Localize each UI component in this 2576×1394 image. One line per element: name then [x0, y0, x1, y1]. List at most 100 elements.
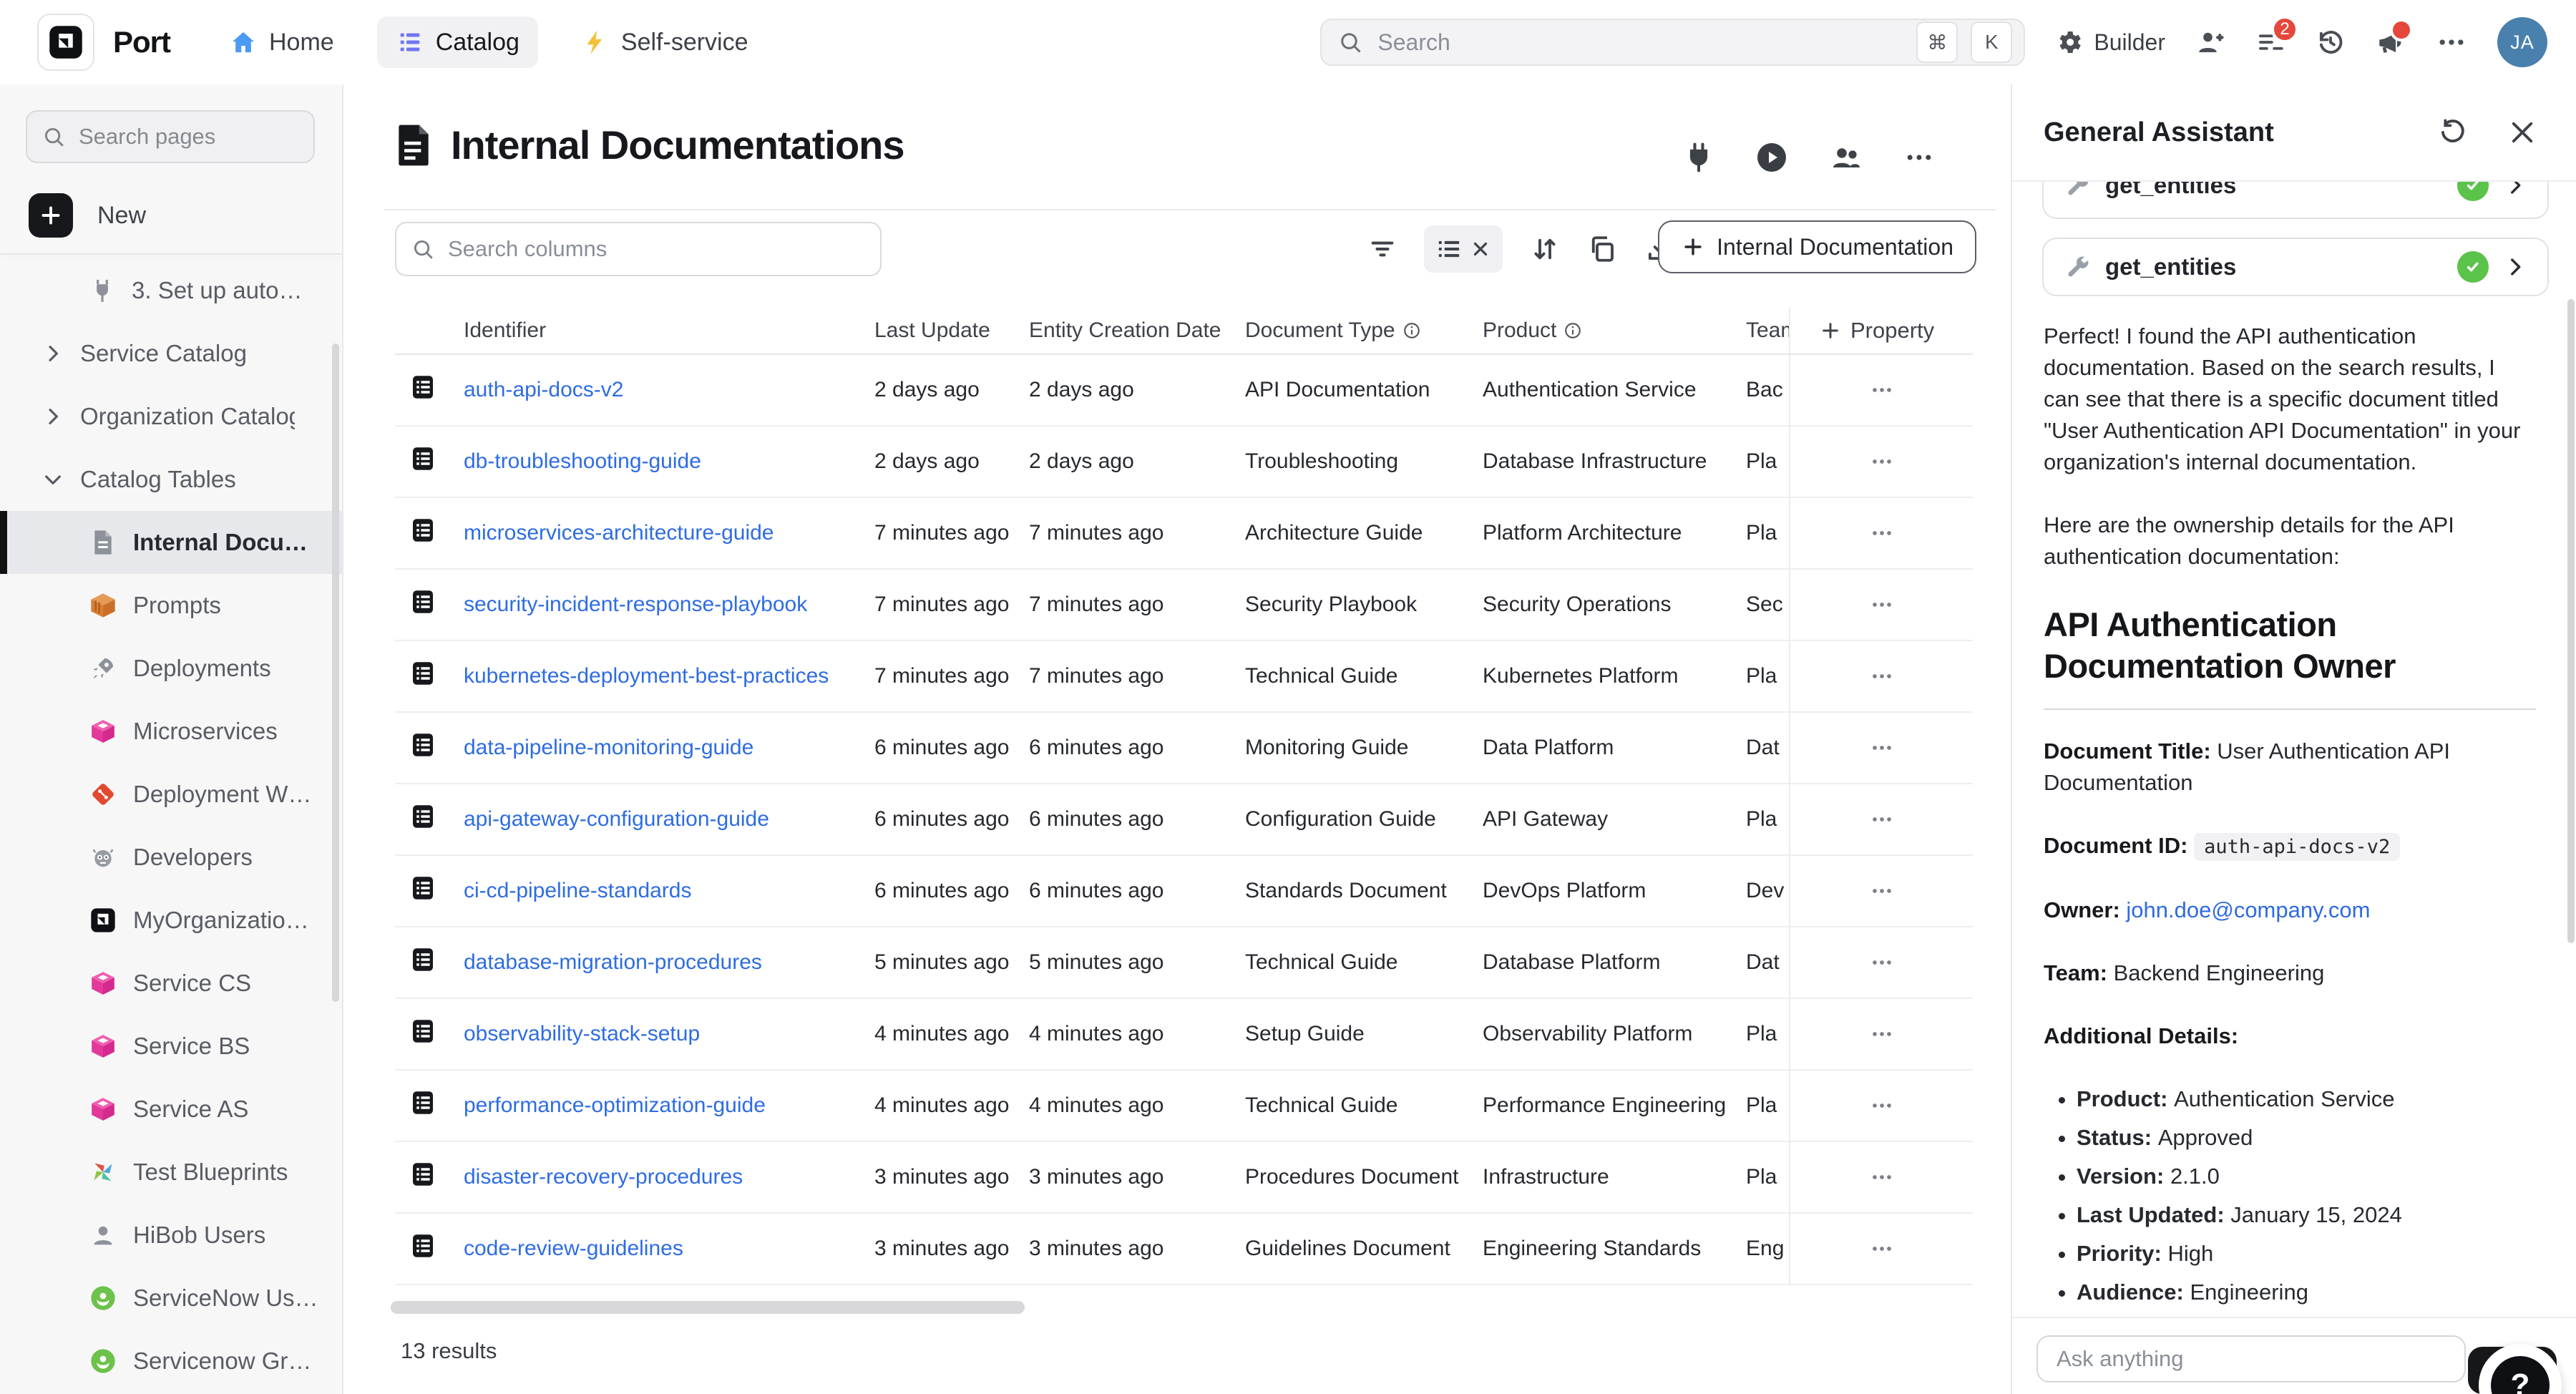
row-actions-button[interactable]	[1789, 927, 1973, 998]
reset-icon[interactable]	[2437, 117, 2467, 147]
history-button[interactable]	[2316, 27, 2346, 57]
entity-link[interactable]: microservices-architecture-guide	[464, 521, 774, 545]
entity-link[interactable]: performance-optimization-guide	[464, 1093, 766, 1117]
sidebar-item-3-set-up-auto[interactable]: 3. Set up auto…	[0, 259, 343, 322]
sort-icon[interactable]	[1530, 234, 1560, 264]
entity-link[interactable]: kubernetes-deployment-best-practices	[464, 664, 829, 688]
table-row[interactable]: api-gateway-configuration-guide6 minutes…	[395, 784, 1973, 856]
table-row[interactable]: code-review-guidelines3 minutes ago3 min…	[395, 1214, 1973, 1285]
runs-audit-button[interactable]: 2	[2255, 27, 2285, 57]
sidebar-item-organization-catalog[interactable]: Organization Catalog	[0, 385, 343, 448]
port-logo[interactable]	[37, 14, 94, 71]
new-page-button[interactable]: New	[29, 193, 146, 238]
nav-item-self-service[interactable]: Self-service	[562, 16, 767, 68]
entity-link[interactable]: database-migration-procedures	[464, 950, 762, 974]
row-actions-button[interactable]	[1789, 856, 1973, 926]
sidebar-search[interactable]	[26, 110, 315, 163]
entity-link[interactable]: db-troubleshooting-guide	[464, 449, 701, 473]
sidebar-item-servicenow-gr[interactable]: Servicenow Gr…	[0, 1330, 343, 1393]
sidebar-item-catalog-tables[interactable]: Catalog Tables	[0, 448, 343, 511]
table-row[interactable]: security-incident-response-playbook7 min…	[395, 570, 1973, 641]
sidebar-item-microservices[interactable]: Microservices	[0, 700, 343, 763]
header-team[interactable]: Team	[1746, 318, 1789, 343]
sidebar-scrollbar[interactable]	[332, 343, 339, 1002]
header-entity-creation-date[interactable]: Entity Creation Date	[1029, 318, 1245, 343]
column-search-input[interactable]	[447, 235, 866, 263]
sidebar-item-test-blueprints[interactable]: Test Blueprints	[0, 1141, 343, 1204]
sidebar-item-service-as[interactable]: Service AS	[0, 1078, 343, 1141]
table-row[interactable]: database-migration-procedures5 minutes a…	[395, 927, 1973, 999]
row-actions-button[interactable]	[1789, 427, 1973, 497]
invite-users-button[interactable]	[2195, 27, 2225, 57]
entity-link[interactable]: data-pipeline-monitoring-guide	[464, 736, 753, 759]
sidebar-item-myorganizatio[interactable]: MyOrganizatio…	[0, 889, 343, 952]
entity-link[interactable]: observability-stack-setup	[464, 1022, 700, 1046]
user-avatar[interactable]: JA	[2497, 17, 2547, 67]
copy-icon[interactable]	[1587, 234, 1617, 264]
header-product[interactable]: Product	[1483, 318, 1746, 343]
tool-call-card[interactable]: get_entities	[2042, 238, 2549, 296]
filter-icon[interactable]	[1368, 235, 1397, 263]
nav-item-catalog[interactable]: Catalog	[377, 16, 538, 68]
sidebar-item-service-cs[interactable]: Service CS	[0, 952, 343, 1015]
add-property-button[interactable]: Property	[1789, 308, 1973, 354]
sidebar-item-developers[interactable]: Developers	[0, 826, 343, 889]
row-actions-button[interactable]	[1789, 1214, 1973, 1284]
header-identifier[interactable]: Identifier	[464, 318, 874, 343]
table-row[interactable]: observability-stack-setup4 minutes ago4 …	[395, 999, 1973, 1071]
play-circle-icon[interactable]	[1755, 140, 1789, 175]
nav-item-home[interactable]: Home	[210, 16, 353, 68]
row-actions-button[interactable]	[1789, 570, 1973, 640]
table-row[interactable]: db-troubleshooting-guide2 days ago2 days…	[395, 427, 1973, 498]
entity-link[interactable]: api-gateway-configuration-guide	[464, 807, 769, 831]
row-actions-button[interactable]	[1789, 498, 1973, 568]
horizontal-scrollbar[interactable]	[391, 1301, 1025, 1314]
close-icon[interactable]	[2507, 117, 2537, 147]
row-actions-button[interactable]	[1789, 1142, 1973, 1212]
row-actions-button[interactable]	[1789, 641, 1973, 711]
table-row[interactable]: ci-cd-pipeline-standards6 minutes ago6 m…	[395, 856, 1973, 927]
plug-icon[interactable]	[1683, 142, 1714, 173]
entity-link[interactable]: ci-cd-pipeline-standards	[464, 879, 692, 902]
builder-button[interactable]: Builder	[2055, 28, 2165, 57]
entity-link[interactable]: security-incident-response-playbook	[464, 593, 807, 616]
assistant-scrollbar[interactable]	[2567, 299, 2575, 943]
more-options-button[interactable]	[2436, 26, 2467, 58]
owner-email-link[interactable]: john.doe@company.com	[2126, 897, 2370, 922]
header-document-type[interactable]: Document Type	[1245, 318, 1483, 343]
announcements-button[interactable]	[2376, 27, 2406, 57]
table-row[interactable]: kubernetes-deployment-best-practices7 mi…	[395, 641, 1973, 713]
header-last-update[interactable]: Last Update	[874, 318, 1029, 343]
sidebar-item-servicenow-us[interactable]: ServiceNow Us…	[0, 1267, 343, 1330]
row-actions-button[interactable]	[1789, 355, 1973, 425]
sidebar-search-input[interactable]	[77, 123, 366, 150]
sidebar-item-hibob-users[interactable]: HiBob Users	[0, 1204, 343, 1267]
people-icon[interactable]	[1829, 140, 1863, 175]
global-search-input[interactable]	[1376, 29, 1903, 57]
table-row[interactable]: performance-optimization-guide4 minutes …	[395, 1071, 1973, 1142]
global-search[interactable]: ⌘ K	[1320, 19, 2025, 66]
ask-input-box[interactable]	[2036, 1335, 2466, 1383]
table-row[interactable]: disaster-recovery-procedures3 minutes ag…	[395, 1142, 1973, 1214]
sidebar-item-deployments[interactable]: Deployments	[0, 637, 343, 700]
add-internal-documentation-button[interactable]: Internal Documentation	[1658, 220, 1976, 273]
sidebar-item-deployment-w[interactable]: Deployment W…	[0, 763, 343, 826]
sidebar-item-prompts[interactable]: Prompts	[0, 574, 343, 637]
row-actions-button[interactable]	[1789, 713, 1973, 783]
column-search[interactable]	[395, 222, 882, 276]
row-actions-button[interactable]	[1789, 1071, 1973, 1141]
row-actions-button[interactable]	[1789, 784, 1973, 854]
sidebar-item-service-catalog[interactable]: Service Catalog	[0, 322, 343, 385]
chevron-right-icon[interactable]	[2503, 255, 2527, 279]
entity-link[interactable]: auth-api-docs-v2	[464, 378, 623, 401]
tool-call-card[interactable]: get_entities	[2042, 182, 2549, 219]
table-row[interactable]: data-pipeline-monitoring-guide6 minutes …	[395, 713, 1973, 784]
table-row[interactable]: microservices-architecture-guide7 minute…	[395, 498, 1973, 570]
entity-link[interactable]: code-review-guidelines	[464, 1237, 683, 1260]
group-by-pill[interactable]	[1424, 225, 1503, 273]
sidebar-item-service-bs[interactable]: Service BS	[0, 1015, 343, 1078]
sidebar-item-internal-docu[interactable]: Internal Docu…	[0, 511, 343, 574]
table-row[interactable]: auth-api-docs-v22 days ago2 days agoAPI …	[395, 355, 1973, 427]
ask-input[interactable]	[2055, 1345, 2447, 1373]
row-actions-button[interactable]	[1789, 999, 1973, 1069]
